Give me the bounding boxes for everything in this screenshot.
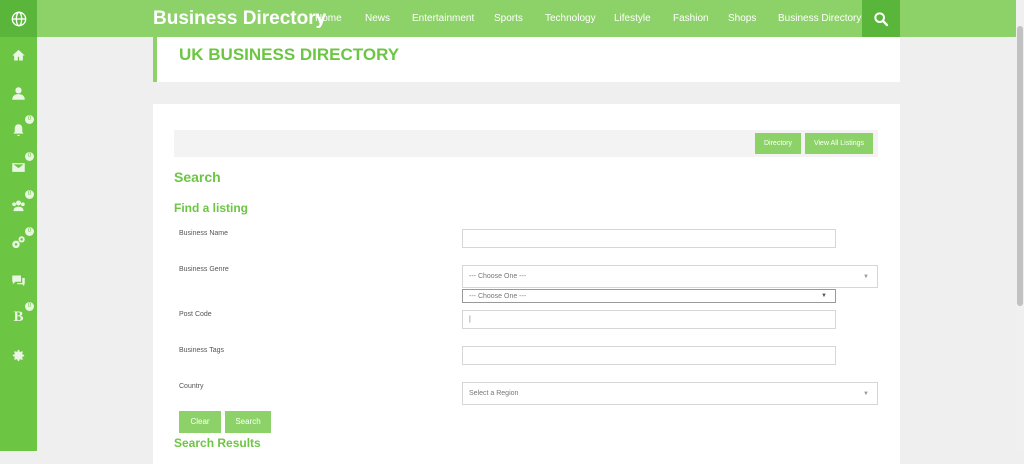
- business-tags-label: Business Tags: [179, 347, 225, 354]
- globe-icon[interactable]: [0, 0, 37, 37]
- page-title: UK BUSINESS DIRECTORY: [179, 45, 400, 64]
- search-results-heading: Search Results: [174, 436, 261, 450]
- group-badge: 0: [25, 190, 34, 199]
- nav-home[interactable]: Home: [315, 0, 342, 37]
- user-icon[interactable]: [0, 81, 37, 105]
- notification-badge: 0: [25, 115, 34, 124]
- country-label: Country: [179, 383, 204, 390]
- genre-select-value: --- Choose One ---: [469, 273, 527, 280]
- subgenre-select-value: --- Choose One ---: [469, 292, 527, 300]
- business-name-input[interactable]: [462, 229, 836, 248]
- brand-title[interactable]: Business Directory: [153, 0, 326, 37]
- cogs-icon[interactable]: 0: [0, 227, 37, 254]
- search-icon: [874, 11, 889, 26]
- mail-badge: 0: [25, 152, 34, 161]
- cogs-badge: 0: [25, 227, 34, 236]
- business-genre-label: Business Genre: [179, 266, 229, 273]
- comments-icon[interactable]: [0, 268, 37, 292]
- nav-entertainment[interactable]: Entertainment: [412, 0, 474, 37]
- chevron-down-icon: ▼: [863, 273, 869, 280]
- nav-shops[interactable]: Shops: [728, 0, 756, 37]
- view-all-listings-button[interactable]: View All Listings: [805, 133, 873, 154]
- mail-icon[interactable]: 0: [0, 152, 37, 179]
- left-sidebar: 0 0 0 0 B 0: [0, 0, 37, 451]
- nav-business-directory[interactable]: Business Directory: [778, 0, 861, 37]
- nav-technology[interactable]: Technology: [545, 0, 596, 37]
- clear-button[interactable]: Clear: [179, 411, 221, 433]
- page-scrollbar[interactable]: [1016, 0, 1024, 451]
- directory-button[interactable]: Directory: [755, 133, 801, 154]
- bell-icon[interactable]: 0: [0, 115, 37, 142]
- post-code-label: Post Code: [179, 311, 212, 318]
- business-tags-input[interactable]: [462, 346, 836, 365]
- region-select-value: Select a Region: [469, 390, 519, 397]
- chevron-down-icon: ▼: [863, 390, 869, 397]
- blog-b-icon[interactable]: B 0: [0, 302, 37, 329]
- blog-badge: 0: [25, 302, 34, 311]
- business-subgenre-select[interactable]: --- Choose One --- ▼: [462, 289, 836, 303]
- gear-icon[interactable]: [0, 343, 37, 367]
- page-title-box: UK BUSINESS DIRECTORY: [153, 37, 900, 82]
- listing-toolbar: Directory View All Listings: [174, 130, 878, 157]
- nav-news[interactable]: News: [365, 0, 390, 37]
- business-genre-select[interactable]: --- Choose One --- ▼: [462, 265, 878, 288]
- search-heading: Search: [174, 169, 221, 185]
- nav-lifestyle[interactable]: Lifestyle: [614, 0, 651, 37]
- post-code-input[interactable]: |: [462, 310, 836, 329]
- submit-search-button[interactable]: Search: [225, 411, 271, 433]
- nav-sports[interactable]: Sports: [494, 0, 523, 37]
- business-name-label: Business Name: [179, 230, 229, 237]
- search-button[interactable]: [862, 0, 900, 37]
- post-code-value: |: [469, 316, 471, 323]
- nav-fashion[interactable]: Fashion: [673, 0, 709, 37]
- group-icon[interactable]: 0: [0, 190, 37, 217]
- region-select[interactable]: Select a Region ▼: [462, 382, 878, 405]
- content-card: Directory View All Listings Search Find …: [153, 104, 900, 464]
- chevron-down-icon: ▼: [821, 293, 827, 299]
- home-icon[interactable]: [0, 43, 37, 67]
- find-listing-heading: Find a listing: [174, 201, 248, 215]
- scrollbar-thumb[interactable]: [1017, 26, 1023, 306]
